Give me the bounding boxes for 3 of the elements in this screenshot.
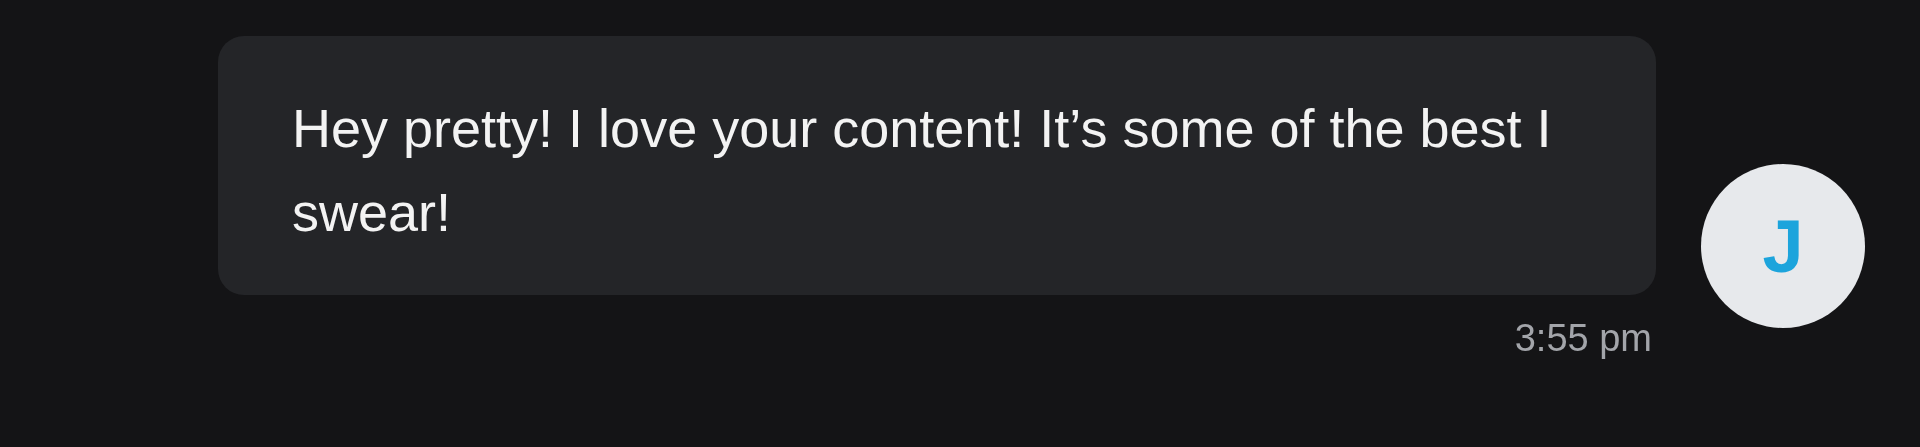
message-time: 3:55 pm: [1514, 317, 1653, 360]
message-text: Hey pretty! I love your content! It’s some of the best I swear!: [292, 97, 1553, 244]
avatar: J: [1701, 164, 1865, 328]
